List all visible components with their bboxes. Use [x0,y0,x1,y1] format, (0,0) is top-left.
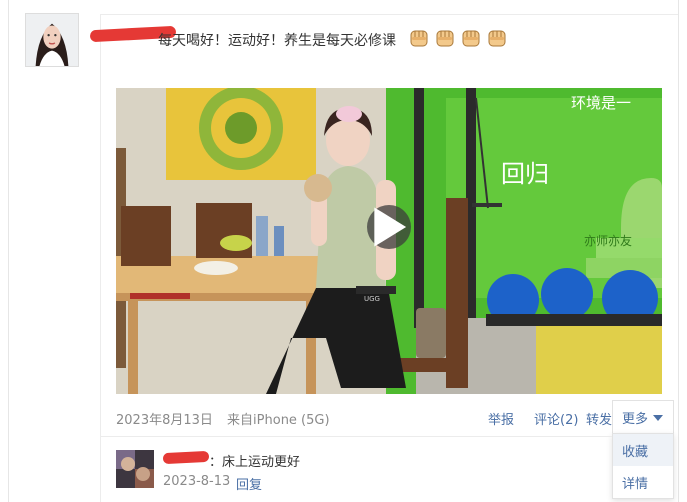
comment-link[interactable]: 评论(2) [534,409,578,428]
video-sign-text: 回归 [501,160,549,188]
more-label: 更多 [622,412,649,427]
menu-item-details[interactable]: 详情 [613,466,673,498]
forward-link[interactable]: 转发 [586,409,612,428]
fist-icon [462,30,480,47]
poster-avatar[interactable] [25,13,79,67]
video-small-text: 亦师亦友 [584,233,632,248]
chevron-down-icon [653,414,664,421]
svg-text:UGG: UGG [364,295,380,303]
redacted-commenter-name [162,450,210,465]
card-left-border [8,0,9,502]
more-dropdown-menu: 收藏 详情 [612,433,674,499]
comment-date: 2023-8-13 [163,474,231,489]
post-emojis [408,27,508,49]
report-link[interactable]: 举报 [488,409,514,428]
post-date[interactable]: 2023年8月13日 [116,413,213,428]
post-text: 每天喝好！运动好！养生是每天必修课 [158,33,396,49]
post-source: 来自iPhone (5G) [227,413,330,428]
menu-item-favorite[interactable]: 收藏 [613,434,673,466]
fist-icon [436,30,454,47]
comment-text: ：床上运动更好 [209,455,301,470]
more-button[interactable]: 更多 [612,400,674,434]
fist-icon [410,30,428,47]
reply-link[interactable]: 回复 [236,474,262,493]
post-top-border [100,14,678,15]
commenter-avatar[interactable] [116,450,154,488]
post-meta: 2023年8月13日 来自iPhone (5G) [116,409,340,428]
play-button[interactable] [367,205,411,249]
card-right-border [678,0,679,502]
video-wall-text: 环境是一 [571,94,631,112]
feed-card: 每天喝好！运动好！养生是每天必修课 回归 环境是一 亦师亦友 UGG 2023年… [0,0,687,502]
play-icon [374,207,407,247]
post-left-border [100,14,101,502]
post-video[interactable]: 回归 环境是一 亦师亦友 UGG [116,88,662,394]
fist-icon [488,30,506,47]
comment-divider [100,436,612,437]
